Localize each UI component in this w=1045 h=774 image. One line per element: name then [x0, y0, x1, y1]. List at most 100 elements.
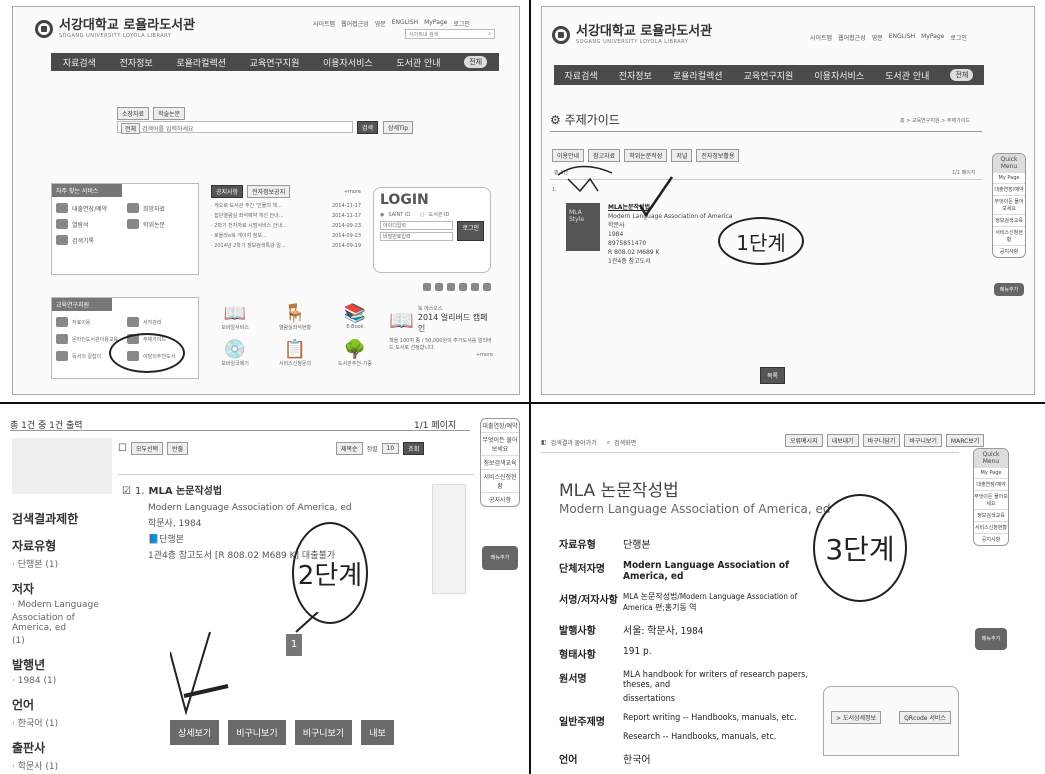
quick-menu-item[interactable]: 정보검색교육	[481, 455, 519, 469]
tab-eresource-notice[interactable]: 전자정보공지	[247, 185, 291, 198]
search-scope-select[interactable]: 전체	[121, 123, 141, 134]
top-link[interactable]: 사이트맵	[313, 19, 335, 28]
notice-more-link[interactable]: +more	[344, 189, 361, 195]
apply-button[interactable]: 조회	[403, 442, 425, 455]
quick-menu-item[interactable]: 무엇이든 물어보세요	[481, 432, 519, 455]
quick-menu-item[interactable]: My Page	[974, 467, 1008, 478]
service-link[interactable]: 대출연장/예약	[72, 204, 107, 213]
book-thumbnail[interactable]	[432, 484, 466, 594]
service-tile[interactable]: 📚 E-Book	[327, 303, 383, 331]
radio-saint-id[interactable]: ◉	[380, 212, 384, 218]
nav-item[interactable]: 교육연구지원	[744, 69, 794, 82]
qr-service-button[interactable]: QRcode 서비스	[899, 711, 951, 724]
top-link[interactable]: 웹어접근성	[341, 19, 369, 28]
nav-item[interactable]: 로욜라컬렉션	[673, 69, 723, 82]
slide-dot-icon[interactable]	[459, 283, 467, 291]
list-button[interactable]: 목록	[760, 367, 786, 384]
service-tile[interactable]: 🪑 열람실좌석현황	[267, 303, 323, 331]
quick-search-input[interactable]: 사이트내 검색 ⌕	[405, 29, 495, 39]
cart-view-button[interactable]: 비구니보기	[294, 720, 353, 745]
notice-row[interactable]: · 집단열람실 좌석예약 개선 안내... 2014-11-17	[211, 212, 361, 220]
export-button[interactable]: 반출	[167, 442, 189, 455]
top-link[interactable]: MyPage	[424, 19, 447, 28]
facet-value[interactable]: · 한국어 (1)	[12, 716, 114, 729]
top-link[interactable]: 로그인	[453, 19, 470, 28]
top-link[interactable]: 웹어접근성	[838, 33, 866, 42]
quick-menu-item[interactable]: 서비스신청현황	[481, 469, 519, 492]
top-link[interactable]: ENGLISH	[392, 19, 418, 28]
quick-menu-item[interactable]: 대출연장/예약	[481, 419, 519, 432]
add-menu-button[interactable]: 메뉴추가	[975, 628, 1007, 650]
quick-menu-item[interactable]: 무엇이든 물어보세요	[993, 195, 1025, 214]
select-all-button[interactable]: 모두선택	[130, 442, 164, 455]
facet-value[interactable]: (1)	[12, 636, 114, 646]
book-detail-button[interactable]: > 도서상세정보	[831, 711, 882, 724]
quick-menu-item[interactable]: 대출연장/예약	[993, 183, 1025, 195]
slide-dot-icon[interactable]	[423, 283, 431, 291]
facet-value[interactable]: Association of America, ed	[12, 613, 114, 633]
quick-menu-item[interactable]: 서비스신청현황	[993, 226, 1025, 245]
promo-banner[interactable]: 📖 북 에스오스 2014 얼리버드 캠페인 책을 100여 종 / 50,00…	[389, 305, 493, 358]
nav-item[interactable]: 전자정보	[120, 56, 153, 69]
notice-row[interactable]: · 게오로 도서관 주간 '인물의 책... 2014-11-17	[211, 202, 361, 210]
back-to-results-link[interactable]: 검색결과 돌아가기	[551, 438, 597, 447]
nav-item[interactable]: 도서관 안내	[396, 56, 440, 69]
marc-view-button[interactable]: MARC보기	[945, 434, 985, 447]
login-password-field[interactable]: 비밀번호입력	[380, 232, 454, 241]
slide-dot-icon[interactable]	[483, 283, 491, 291]
add-menu-button[interactable]: 메뉴추가	[482, 546, 518, 570]
service-tile[interactable]: 💿 모바일국제기	[207, 339, 263, 367]
edu-link[interactable]: 자료이용	[72, 319, 90, 326]
sort-select[interactable]: 제목순	[336, 442, 363, 455]
login-id-field[interactable]: 아이디입력	[380, 221, 454, 230]
search-screen-link[interactable]: 검색화면	[614, 438, 636, 447]
main-search-input[interactable]: 전체 검색어를 입력하세요	[117, 121, 353, 134]
quick-menu-item[interactable]: 정보검색교육	[993, 214, 1025, 226]
top-link[interactable]: MyPage	[921, 33, 944, 42]
quick-menu-item[interactable]: 공지사항	[974, 533, 1008, 545]
notice-row[interactable]: · 로욜라e북 게이지 정보... 2014-09-23	[211, 232, 361, 240]
service-tile[interactable]: 📋 서비스신청문의	[267, 339, 323, 367]
facet-value[interactable]: · 학문사 (1)	[12, 759, 114, 772]
export-more-button[interactable]: 내보	[361, 720, 394, 745]
nav-item[interactable]: 도서관 안내	[885, 69, 929, 82]
quick-menu-item[interactable]: 공지사항	[993, 245, 1025, 257]
view-cart-button[interactable]: 바구니보기	[904, 434, 942, 447]
login-button[interactable]: 로그인	[457, 221, 484, 241]
add-menu-button[interactable]: 메뉴추가	[994, 283, 1024, 296]
error-report-button[interactable]: 오류메시지	[785, 434, 823, 447]
all-menu-button[interactable]: 전체	[464, 56, 488, 68]
slide-dot-icon[interactable]	[435, 283, 443, 291]
library-logo[interactable]: 서강대학교 로욜라도서관 SOGANG UNIVERSITY LOYOLA LI…	[35, 19, 195, 39]
export-button[interactable]: 내보내기	[826, 434, 859, 447]
quick-menu-item[interactable]: 정보검색교육	[974, 509, 1008, 521]
service-link[interactable]: 희망자료	[143, 204, 165, 213]
item-title-link[interactable]: MLA 논문작성법	[149, 484, 223, 500]
select-all-checkbox[interactable]: ☐	[118, 443, 127, 454]
service-link[interactable]: 검색기록	[72, 236, 94, 245]
service-tile[interactable]: 🌳 도서관추천-기증	[327, 339, 383, 367]
tab-notice[interactable]: 공지사항	[211, 185, 244, 198]
facet-value[interactable]: · 1984 (1)	[12, 676, 114, 686]
quick-menu-item[interactable]: My Page	[993, 172, 1025, 183]
nav-item[interactable]: 자료검색	[565, 69, 598, 82]
nav-item[interactable]: 이용자서비스	[814, 69, 864, 82]
slide-dot-icon[interactable]	[471, 283, 479, 291]
library-logo[interactable]: 서강대학교 로욜라도서관 SOGANG UNIVERSITY LOYOLA LI…	[552, 25, 712, 45]
notice-row[interactable]: · 2학기 전자자료 시범서비스 안내... 2014-09-23	[211, 222, 361, 230]
add-cart-button[interactable]: 바구니담기	[862, 434, 901, 447]
radio-library-id[interactable]: ○	[420, 212, 424, 218]
top-link[interactable]: 사이트맵	[810, 33, 832, 42]
top-link[interactable]: 영문	[872, 33, 883, 42]
nav-item[interactable]: 로욜라컬렉션	[176, 56, 226, 69]
cart-add-button[interactable]: 비구니보기	[228, 720, 286, 745]
promo-more-link[interactable]: +more	[389, 352, 493, 358]
quick-menu-item[interactable]: 공지사항	[481, 492, 519, 506]
notice-row[interactable]: · 2014년 2학기 정보검색특강 일... 2014-09-19	[211, 242, 361, 250]
search-icon[interactable]: ⌕	[488, 31, 491, 37]
tab-holdings[interactable]: 소장자료	[117, 107, 150, 120]
edu-link[interactable]: 온라인도서관이용교육	[72, 336, 118, 343]
search-button[interactable]: 검색	[357, 121, 379, 134]
facet-value[interactable]: · 단행본 (1)	[12, 557, 114, 570]
nav-item[interactable]: 자료검색	[63, 56, 96, 69]
